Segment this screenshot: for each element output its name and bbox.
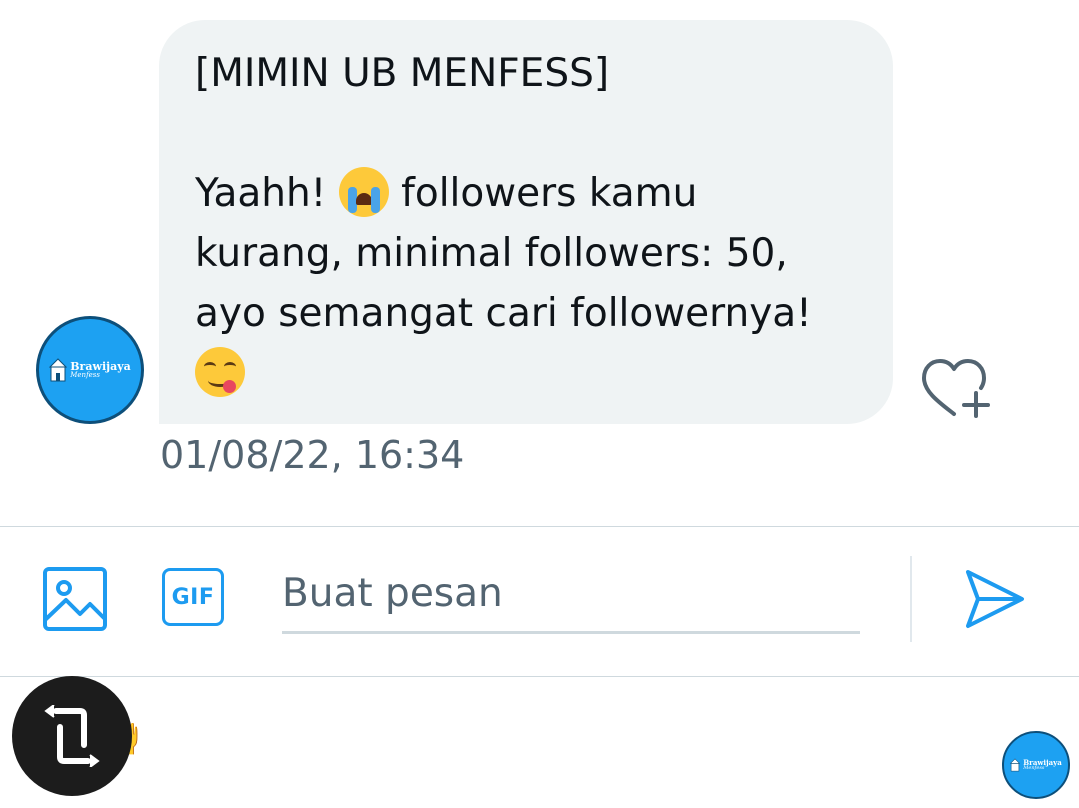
gif-label: GIF xyxy=(171,584,215,610)
building-icon xyxy=(49,358,68,382)
message-timestamp: 01/08/22, 16:34 xyxy=(160,433,465,477)
divider xyxy=(0,526,1079,527)
image-icon[interactable] xyxy=(40,564,110,634)
building-icon xyxy=(1010,758,1021,772)
rotate-icon xyxy=(44,705,100,767)
composer-separator xyxy=(910,556,912,642)
brand-sub: Menfess xyxy=(70,371,100,379)
message-input[interactable] xyxy=(282,556,860,634)
brand-logo: Brawijaya Menfess xyxy=(49,357,131,383)
rotate-screen-button[interactable] xyxy=(12,676,132,796)
divider xyxy=(0,676,1079,677)
gif-button[interactable]: GIF xyxy=(162,568,224,626)
message-line-blank xyxy=(195,104,857,164)
message-text: followers kamu xyxy=(388,171,698,216)
message-line: kurang, minimal followers: 50, xyxy=(195,231,788,276)
user-avatar[interactable]: Brawijaya Menfess xyxy=(1002,731,1070,799)
sender-avatar[interactable]: Brawijaya Menfess xyxy=(36,316,144,424)
loudly-crying-face-icon xyxy=(338,166,389,217)
brand-logo: Brawijaya Menfess xyxy=(1010,757,1062,773)
send-icon[interactable] xyxy=(962,566,1028,632)
face-savoring-food-icon xyxy=(195,346,245,397)
message-line: ayo semangat cari followernya! xyxy=(195,291,812,336)
message-line: [MIMIN UB MENFESS] xyxy=(195,51,610,96)
message-line xyxy=(195,344,857,404)
heart-plus-icon[interactable] xyxy=(920,356,992,422)
message-text: Yaahh! xyxy=(195,171,339,216)
message-line: Yaahh! followers kamu xyxy=(195,164,857,224)
message-bubble[interactable]: [MIMIN UB MENFESS] Yaahh! followers kamu… xyxy=(159,20,893,424)
